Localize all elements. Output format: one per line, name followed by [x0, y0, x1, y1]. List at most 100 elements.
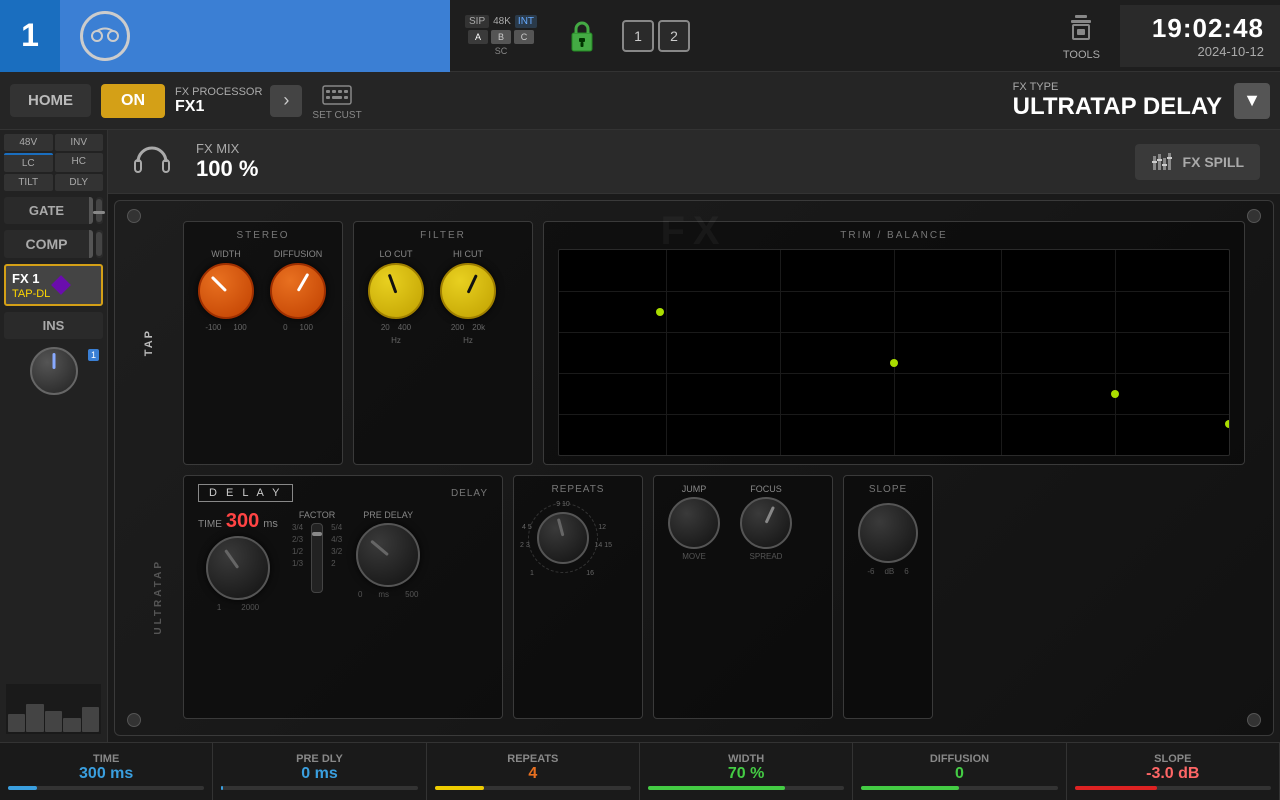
ultratap-vert: ULTRATAP [143, 475, 173, 719]
trim-dot-2[interactable] [890, 359, 898, 367]
ins-button[interactable]: INS [4, 312, 103, 339]
trim-dot-3[interactable] [1111, 390, 1119, 398]
num-btn-1[interactable]: 1 [622, 20, 654, 52]
bottom-diffusion-label: DIFFUSION [930, 753, 989, 765]
grid-v4 [1001, 250, 1002, 455]
keyboard-icon [321, 80, 353, 108]
bottom-repeats-fill [435, 786, 484, 790]
diffusion-range: 0 100 [283, 323, 313, 332]
level-knob[interactable] [30, 347, 78, 395]
ultratap-label: ULTRATAP [153, 559, 164, 635]
set-cust-button[interactable]: SET CUST [312, 80, 361, 121]
comp-button[interactable]: COMP [4, 230, 93, 258]
level-knob-area: 1 [4, 347, 103, 395]
home-button[interactable]: HOME [10, 84, 91, 117]
jump-knob[interactable] [668, 497, 720, 549]
bottom-predly-label: PRE DLY [296, 753, 343, 765]
diffusion-label: DIFFUSION [274, 249, 323, 259]
locut-knob-indicator [388, 274, 398, 294]
locut-range: 20 400 [381, 323, 411, 332]
diffusion-knob[interactable] [270, 263, 326, 319]
gate-button[interactable]: GATE [4, 197, 93, 224]
factor-label: FACTOR [299, 510, 335, 520]
repeats-knob-indicator [557, 518, 565, 536]
factor-32: 3/2 [331, 547, 342, 556]
fxmix-title: FX MIX [196, 141, 258, 156]
channel-strip[interactable] [60, 0, 450, 72]
repeats-num-bl: 1 [530, 570, 534, 577]
fxmix-bar: FX MIX 100 % FX SPILL [108, 130, 1280, 194]
locut-unit: Hz [391, 336, 401, 345]
filter-knobs: LO CUT 20 400 Hz [368, 249, 518, 345]
locut-knob[interactable] [368, 263, 424, 319]
comp-slider-track [96, 232, 102, 256]
predelay-knob-item: PRE DELAY 0 ms 500 [356, 510, 420, 599]
factor-slider-area: 3/4 2/3 1/2 1/3 5/4 [292, 523, 342, 593]
bottom-diffusion-fill [861, 786, 959, 790]
fx-type-dropdown[interactable]: ▼ [1234, 83, 1270, 119]
stereo-knobs: WIDTH -100 100 D [198, 249, 328, 332]
bottom-slope-bar [1075, 786, 1271, 790]
bottom-controls-row: ULTRATAP D E L A Y DELAY TIME [143, 475, 1245, 719]
badge-a: A [468, 30, 488, 44]
btn-hc[interactable]: HC [55, 153, 104, 172]
trim-dot-1[interactable] [656, 308, 664, 316]
on-button[interactable]: ON [101, 84, 165, 118]
factor-34: 3/4 [292, 523, 303, 532]
delay-section: D E L A Y DELAY TIME 300 ms [183, 475, 503, 719]
slope-db: dB [884, 567, 894, 576]
bottom-diffusion-bar [861, 786, 1057, 790]
bottom-repeats-label: REPEATS [507, 753, 558, 765]
grid-v1 [666, 250, 667, 455]
top-bar: 1 SIP 48K INT A B C SC [0, 0, 1280, 72]
factor-slider[interactable] [311, 523, 323, 593]
locut-max: 400 [398, 323, 411, 332]
nav-bar: HOME ON FX PROCESSOR FX1 › SET CUST FX T… [0, 72, 1280, 130]
hicut-knob-indicator [467, 274, 478, 293]
tools-icon [1063, 11, 1099, 47]
btn-tilt[interactable]: TILT [4, 174, 53, 191]
repeats-title: REPEATS [528, 484, 628, 495]
fx1-button[interactable]: FX 1 TAP-DL [4, 264, 103, 306]
btn-lc[interactable]: LC [4, 153, 53, 172]
time-knob[interactable] [206, 536, 270, 600]
time-knob-item: TIME 300 ms 1 2000 [198, 510, 278, 612]
hicut-knob[interactable] [440, 263, 496, 319]
predelay-knob[interactable] [356, 523, 420, 587]
btn-48v[interactable]: 48V [4, 134, 53, 151]
next-arrow-button[interactable]: › [270, 85, 302, 117]
gate-slider-track [96, 199, 102, 222]
focus-knob-indicator [765, 506, 775, 524]
lock-icon[interactable] [562, 16, 602, 56]
repeats-knob[interactable] [537, 512, 589, 564]
factor-right-vals: 5/4 4/3 3/2 2 [331, 523, 342, 568]
bottom-time: TIME 300 ms [0, 743, 213, 800]
slope-knob[interactable] [858, 503, 918, 563]
time-max: 2000 [241, 603, 259, 612]
bottom-slope: SLOPE -3.0 dB [1067, 743, 1280, 800]
diffusion-max: 100 [300, 323, 313, 332]
repeats-section: REPEATS 9 10 12 [513, 475, 643, 719]
trim-graph[interactable] [558, 249, 1230, 456]
btn-inv[interactable]: INV [55, 134, 104, 151]
slope-min: -6 [867, 567, 874, 576]
tools-block[interactable]: TOOLS [1043, 11, 1120, 61]
fx-spill-button[interactable]: FX SPILL [1135, 144, 1260, 180]
focus-knob[interactable] [740, 497, 792, 549]
bottom-repeats-value: 4 [528, 765, 537, 783]
factor-slider-thumb [312, 532, 322, 536]
width-knob[interactable] [198, 263, 254, 319]
spread-label: SPREAD [750, 552, 783, 561]
jump-label: JUMP [682, 484, 707, 494]
level-knob-indicator [52, 353, 55, 369]
repeats-num-br: 14 15 [594, 542, 612, 549]
btn-dly[interactable]: DLY [55, 174, 104, 191]
meter-bar-4 [63, 718, 80, 732]
locut-knob-item: LO CUT 20 400 Hz [368, 249, 424, 345]
gate-slider[interactable] [96, 197, 103, 224]
channel-number[interactable]: 1 [0, 0, 60, 72]
bottom-width-label: WIDTH [728, 753, 764, 765]
num-btn-2[interactable]: 2 [658, 20, 690, 52]
comp-slider[interactable] [96, 230, 103, 258]
trim-dot-4[interactable] [1225, 420, 1230, 428]
